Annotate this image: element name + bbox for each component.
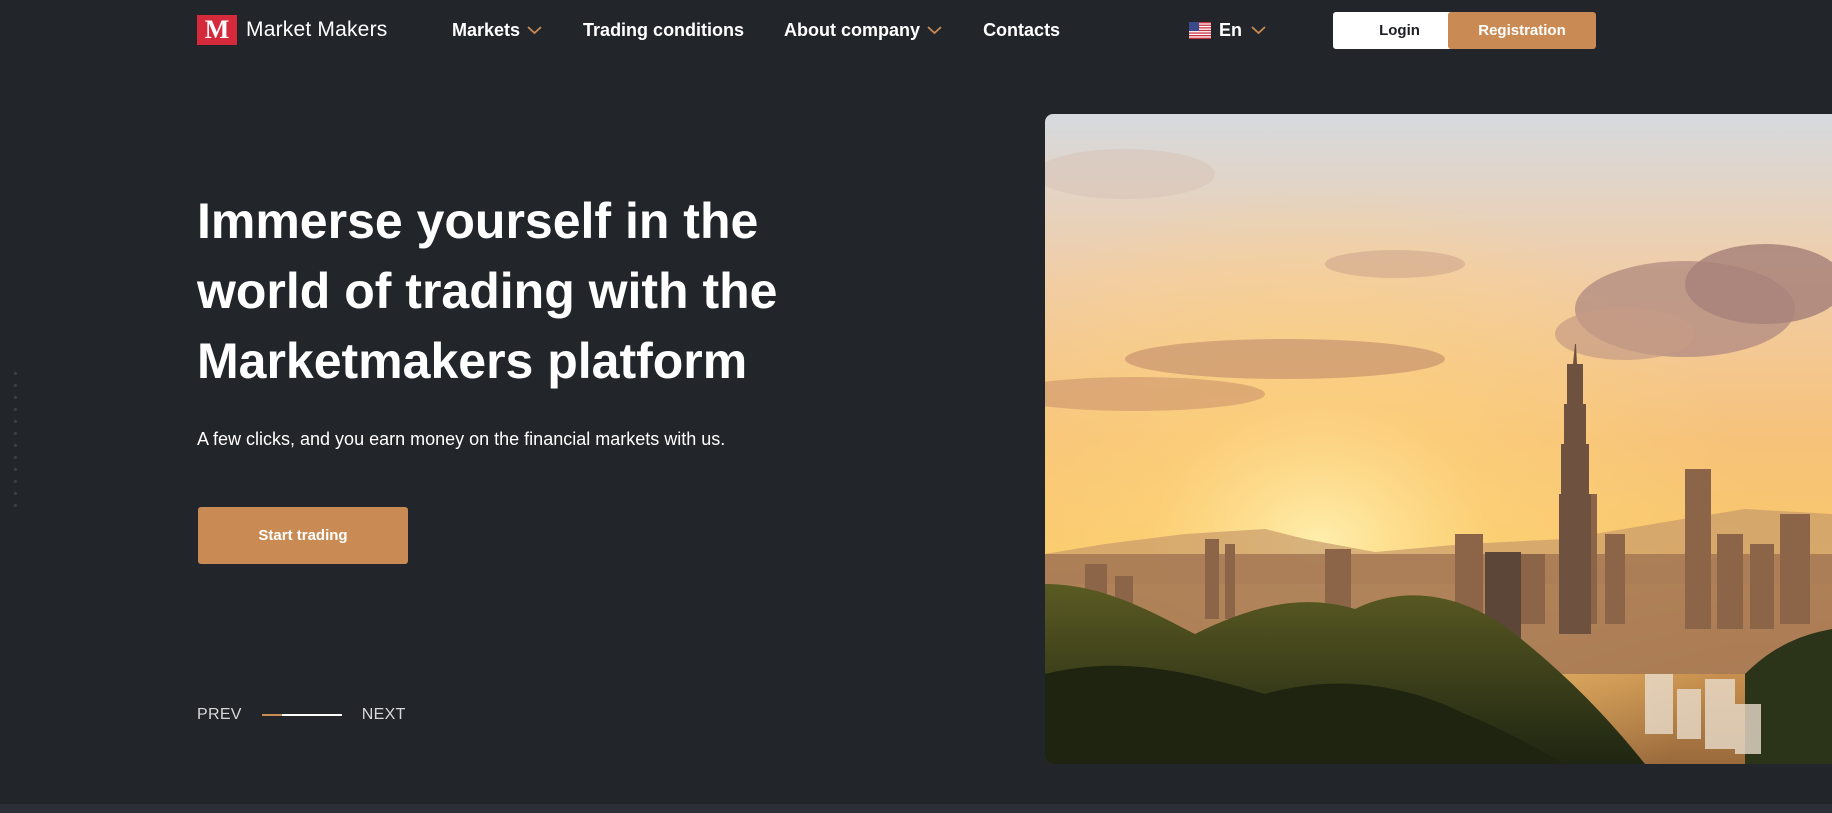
hero-subtitle: A few clicks, and you earn money on the … [197, 429, 726, 449]
decorative-dot [14, 396, 17, 399]
hero-title-line: Immerse yourself in the [197, 193, 759, 249]
decorative-dots [14, 372, 22, 507]
login-button[interactable]: Login [1333, 12, 1466, 49]
hero-title-line: world of trading with the [197, 263, 778, 319]
slider-next-button[interactable]: NEXT [362, 706, 406, 724]
hero-title: Immerse yourself in the world of trading… [197, 186, 917, 396]
main-nav: Markets Trading conditions About company… [452, 18, 1100, 42]
nav-item-label: Markets [452, 19, 521, 40]
city-skyline-sunset-image [1045, 114, 1832, 764]
language-selector[interactable]: En [1189, 18, 1267, 42]
brand-logo[interactable]: M Market Makers [197, 15, 387, 45]
slider-prev-button[interactable]: PREV [197, 706, 242, 724]
decorative-dot [14, 504, 17, 507]
page-bottom-divider [0, 804, 1832, 813]
slider-progress-bar [261, 714, 342, 716]
brand-name: Market Makers [246, 18, 388, 41]
nav-item-label: Contacts [983, 19, 1061, 40]
start-trading-button[interactable]: Start trading [198, 507, 408, 564]
site-header: M Market Makers Markets Trading conditio… [0, 0, 1832, 60]
slider-navigation: PREV NEXT [197, 706, 406, 724]
decorative-dot [14, 480, 17, 483]
slider-progress-fill [261, 714, 282, 716]
decorative-dot [14, 408, 17, 411]
hero-title-line: Marketmakers platform [197, 333, 748, 389]
decorative-dot [14, 372, 17, 375]
decorative-dot [14, 468, 17, 471]
chevron-down-icon [526, 24, 543, 36]
decorative-dot [14, 456, 17, 459]
nav-item-trading-conditions[interactable]: Trading conditions [583, 18, 744, 42]
logo-m-icon: M [197, 15, 237, 45]
nav-item-label: Trading conditions [583, 19, 745, 40]
decorative-dot [14, 492, 17, 495]
decorative-dot [14, 420, 17, 423]
us-flag-icon [1189, 21, 1211, 39]
decorative-dot [14, 432, 17, 435]
nav-item-label: About company [784, 19, 921, 40]
decorative-dot [14, 444, 17, 447]
chevron-down-icon [1250, 24, 1267, 36]
nav-item-markets[interactable]: Markets [452, 18, 543, 42]
language-code: En [1219, 19, 1243, 40]
decorative-dot [14, 384, 17, 387]
nav-item-about-company[interactable]: About company [784, 18, 943, 42]
nav-item-contacts[interactable]: Contacts [983, 18, 1060, 42]
registration-button[interactable]: Registration [1448, 12, 1596, 49]
chevron-down-icon [926, 24, 943, 36]
